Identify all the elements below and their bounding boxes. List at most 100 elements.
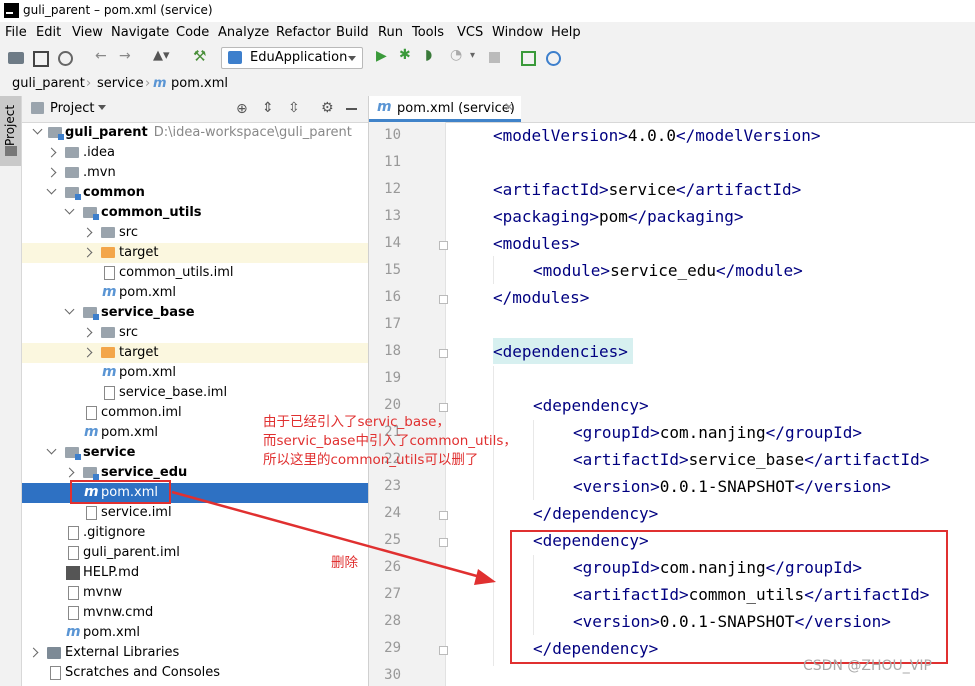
build-hammer-icon[interactable]: ⚒	[193, 47, 209, 65]
fold-marker-icon[interactable]	[439, 241, 448, 250]
code-line[interactable]: <modelVersion>4.0.0</modelVersion>	[493, 126, 821, 145]
tree-item-mvnw[interactable]: mvnw	[22, 583, 368, 603]
breadcrumb-pom-xml[interactable]: pom.xml	[171, 76, 228, 91]
chevron-down-icon[interactable]	[46, 184, 57, 195]
no-sign-icon[interactable]	[546, 51, 561, 66]
highlight-box-pom-xml	[70, 480, 171, 504]
chevron-right-icon[interactable]	[82, 227, 93, 238]
back-arrow-icon[interactable]: ←	[95, 48, 111, 64]
coverage-icon[interactable]: ◗	[425, 47, 441, 63]
tree-item-src[interactable]: src	[22, 223, 368, 243]
chevron-down-icon[interactable]	[64, 204, 75, 215]
menu-build[interactable]: Build	[336, 25, 369, 40]
chevron-right-icon[interactable]	[82, 247, 93, 258]
tree-item-target[interactable]: target	[22, 243, 368, 263]
tree-item-idea[interactable]: .idea	[22, 143, 368, 163]
chevron-down-icon[interactable]	[64, 304, 75, 315]
menu-run[interactable]: Run	[378, 25, 403, 40]
collapse-all-icon[interactable]: ⇳	[288, 100, 300, 116]
project-view-selector[interactable]: Project	[50, 101, 94, 116]
fold-marker-icon[interactable]	[439, 646, 448, 655]
menu-file[interactable]: File	[5, 25, 27, 40]
tree-item-mvnw-cmd[interactable]: mvnw.cmd	[22, 603, 368, 623]
hide-icon[interactable]	[346, 108, 357, 110]
tree-item-service-iml[interactable]: service.iml	[22, 503, 368, 523]
fold-marker-icon[interactable]	[439, 349, 448, 358]
code-line[interactable]: <groupId>com.nanjing</groupId>	[573, 423, 862, 442]
monitor-icon[interactable]	[521, 51, 536, 66]
code-line[interactable]: <modules>	[493, 234, 580, 253]
tree-item-service-base-iml[interactable]: service_base.iml	[22, 383, 368, 403]
tree-item-external-libraries[interactable]: External Libraries	[22, 643, 368, 663]
tree-item-pom-xml[interactable]: m pom.xml	[22, 283, 368, 303]
menu-vcs[interactable]: VCS	[457, 25, 483, 40]
expand-all-icon[interactable]: ⇕	[262, 100, 274, 116]
tree-item-common-utils[interactable]: common_utils	[22, 203, 368, 223]
menu-edit[interactable]: Edit	[36, 25, 61, 40]
code-line[interactable]: <version>0.0.1-SNAPSHOT</version>	[573, 477, 891, 496]
chevron-right-icon[interactable]	[46, 147, 57, 158]
chevron-down-icon[interactable]	[98, 105, 106, 110]
user-icon[interactable]: ▲▾	[153, 48, 170, 64]
breadcrumb-guli-parent[interactable]: guli_parent	[12, 76, 85, 91]
chevron-right-icon[interactable]	[82, 347, 93, 358]
tree-item-scratches[interactable]: Scratches and Consoles	[22, 663, 368, 683]
chevron-right-icon[interactable]	[82, 327, 93, 338]
menu-help[interactable]: Help	[551, 25, 581, 40]
code-line[interactable]: <module>service_edu</module>	[533, 261, 803, 280]
tree-item-guli-parent-iml[interactable]: guli_parent.iml	[22, 543, 368, 563]
code-line[interactable]: <dependency>	[533, 396, 649, 415]
run-configuration-select[interactable]: EduApplication	[221, 47, 363, 69]
chevron-down-icon[interactable]	[46, 444, 57, 455]
chevron-down-icon[interactable]	[32, 124, 43, 135]
menu-view[interactable]: View	[72, 25, 103, 40]
tree-item-pom-xml[interactable]: m pom.xml	[22, 623, 368, 643]
tree-item-service-base[interactable]: service_base	[22, 303, 368, 323]
menu-window[interactable]: Window	[492, 25, 543, 40]
code-line[interactable]: <artifactId>service</artifactId>	[493, 180, 801, 199]
annotation-note: 由于已经引入了servic_base， 而servic_base中引入了comm…	[263, 413, 533, 470]
tree-item-src[interactable]: src	[22, 323, 368, 343]
tree-item-guli-parent[interactable]: guli_parent D:\idea-workspace\guli_parent	[22, 123, 368, 143]
code-line[interactable]: </dependency>	[533, 504, 658, 523]
gear-icon[interactable]: ⚙	[321, 100, 334, 116]
sync-icon[interactable]	[58, 51, 73, 66]
menu-navigate[interactable]: Navigate	[111, 25, 169, 40]
tab-pom-xml-service[interactable]: m pom.xml (service) ✕	[369, 96, 521, 122]
tree-item-gitignore[interactable]: .gitignore	[22, 523, 368, 543]
fold-marker-icon[interactable]	[439, 538, 448, 547]
fold-marker-icon[interactable]	[439, 295, 448, 304]
annotation-delete-label: 删除	[331, 555, 358, 571]
locate-icon[interactable]: ⊕	[236, 101, 248, 117]
tree-item-common-utils-iml[interactable]: common_utils.iml	[22, 263, 368, 283]
code-line[interactable]: </modules>	[493, 288, 589, 307]
tree-item-target[interactable]: target	[22, 343, 368, 363]
stop-icon[interactable]	[489, 52, 500, 63]
chevron-right-icon[interactable]	[64, 467, 75, 478]
save-icon[interactable]	[33, 51, 49, 67]
run-icon[interactable]: ▶	[376, 48, 392, 64]
chevron-right-icon[interactable]	[28, 647, 39, 658]
more-run-dropdown-icon[interactable]: ▾	[470, 50, 486, 66]
code-line[interactable]: <packaging>pom</packaging>	[493, 207, 743, 226]
menu-refactor[interactable]: Refactor	[276, 25, 331, 40]
menu-code[interactable]: Code	[176, 25, 209, 40]
tree-item-common[interactable]: common	[22, 183, 368, 203]
menu-tools[interactable]: Tools	[412, 25, 444, 40]
debug-icon[interactable]: ✱	[399, 47, 415, 63]
fold-marker-icon[interactable]	[439, 511, 448, 520]
code-line[interactable]: <artifactId>service_base</artifactId>	[573, 450, 929, 469]
breadcrumb-service[interactable]: service	[97, 76, 144, 91]
forward-arrow-icon[interactable]: →	[119, 48, 135, 64]
open-folder-icon[interactable]	[8, 52, 24, 64]
code-line[interactable]: <dependencies>	[493, 342, 628, 361]
menu-analyze[interactable]: Analyze	[218, 25, 269, 40]
tree-item-mvn[interactable]: .mvn	[22, 163, 368, 183]
close-icon[interactable]: ✕	[504, 100, 514, 114]
tree-item-pom-xml[interactable]: m pom.xml	[22, 363, 368, 383]
profile-icon[interactable]: ◔	[450, 47, 466, 63]
chevron-right-icon[interactable]	[46, 167, 57, 178]
line-number: 12	[384, 181, 401, 197]
fold-marker-icon[interactable]	[439, 403, 448, 412]
tree-item-help-md[interactable]: HELP.md	[22, 563, 368, 583]
